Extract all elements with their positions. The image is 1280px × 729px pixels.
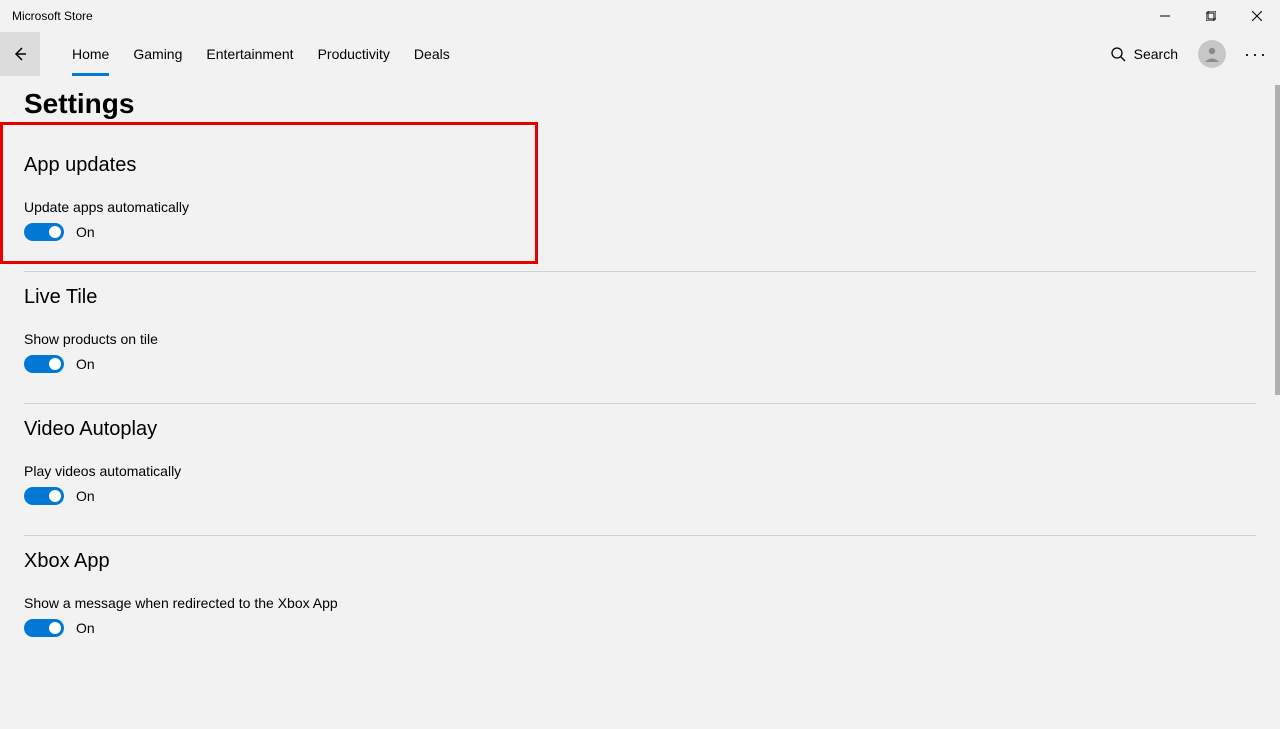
toggle-state: On: [76, 620, 95, 636]
toggle-row: On: [24, 619, 1256, 637]
section-live-tile: Live Tile Show products on tile On: [24, 272, 1256, 404]
search-label: Search: [1134, 46, 1178, 62]
back-button[interactable]: [0, 32, 40, 76]
section-app-updates: App updates Update apps automatically On: [24, 140, 1256, 272]
section-heading: Xbox App: [24, 550, 1256, 573]
toggle-knob: [49, 490, 61, 502]
tab-gaming[interactable]: Gaming: [121, 32, 194, 76]
maximize-button[interactable]: [1188, 0, 1234, 32]
section-xbox-app: Xbox App Show a message when redirected …: [24, 536, 1256, 667]
tab-label: Productivity: [318, 46, 390, 62]
window-controls: [1142, 0, 1280, 32]
toggle-live-tile[interactable]: [24, 355, 64, 373]
content-scroll[interactable]: Settings App updates Update apps automat…: [0, 76, 1280, 729]
nav-right: Search ···: [1100, 32, 1280, 76]
close-icon: [1252, 11, 1262, 21]
toggle-xbox-app[interactable]: [24, 619, 64, 637]
maximize-icon: [1206, 11, 1216, 21]
toggle-state: On: [76, 488, 95, 504]
toggle-video-autoplay[interactable]: [24, 487, 64, 505]
titlebar: Microsoft Store: [0, 0, 1280, 32]
tab-productivity[interactable]: Productivity: [306, 32, 402, 76]
more-icon: ···: [1244, 44, 1268, 65]
setting-label: Play videos automatically: [24, 463, 1256, 479]
search-icon: [1110, 46, 1126, 62]
scrollbar-thumb[interactable]: [1275, 85, 1280, 395]
tab-home[interactable]: Home: [60, 32, 121, 76]
minimize-button[interactable]: [1142, 0, 1188, 32]
content: Settings App updates Update apps automat…: [0, 88, 1280, 707]
tab-deals[interactable]: Deals: [402, 32, 462, 76]
tab-entertainment[interactable]: Entertainment: [194, 32, 305, 76]
page-title: Settings: [24, 88, 1256, 120]
minimize-icon: [1160, 11, 1170, 21]
account-button[interactable]: [1198, 40, 1226, 68]
tab-label: Entertainment: [206, 46, 293, 62]
toggle-row: On: [24, 487, 1256, 505]
setting-label: Show a message when redirected to the Xb…: [24, 595, 1256, 611]
more-button[interactable]: ···: [1236, 34, 1276, 74]
person-icon: [1203, 45, 1221, 63]
nav-separator: [40, 32, 60, 76]
tab-label: Deals: [414, 46, 450, 62]
tab-label: Gaming: [133, 46, 182, 62]
toggle-state: On: [76, 224, 95, 240]
section-heading: Video Autoplay: [24, 418, 1256, 441]
close-button[interactable]: [1234, 0, 1280, 32]
tab-label: Home: [72, 46, 109, 62]
setting-label: Update apps automatically: [24, 199, 1256, 215]
back-arrow-icon: [12, 46, 28, 62]
toggle-state: On: [76, 356, 95, 372]
window-title: Microsoft Store: [0, 9, 93, 23]
toggle-app-updates[interactable]: [24, 223, 64, 241]
toggle-row: On: [24, 223, 1256, 241]
toggle-knob: [49, 358, 61, 370]
section-video-autoplay: Video Autoplay Play videos automatically…: [24, 404, 1256, 536]
search-button[interactable]: Search: [1100, 46, 1188, 62]
section-heading: Live Tile: [24, 286, 1256, 309]
section-heading: App updates: [24, 154, 1256, 177]
toggle-knob: [49, 622, 61, 634]
toggle-row: On: [24, 355, 1256, 373]
toggle-knob: [49, 226, 61, 238]
setting-label: Show products on tile: [24, 331, 1256, 347]
navbar: Home Gaming Entertainment Productivity D…: [0, 32, 1280, 76]
